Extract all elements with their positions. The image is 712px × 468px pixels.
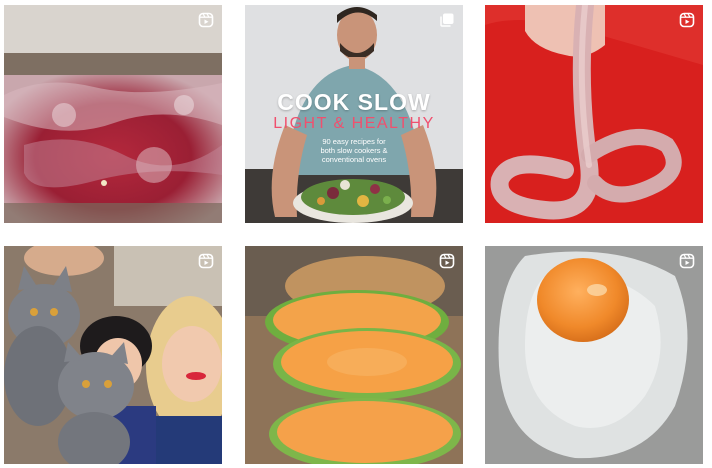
post-tile-book-cover[interactable]: COOK SLOW LIGHT & HEALTHY 90 easy recipe…	[245, 5, 463, 223]
book-title: COOK SLOW	[277, 89, 431, 115]
reel-icon	[198, 253, 214, 269]
carousel-icon	[439, 12, 455, 28]
post-image-melon	[245, 246, 463, 464]
post-tile-egg[interactable]	[485, 246, 703, 464]
post-image-family-cats	[4, 246, 222, 464]
post-image-egg	[485, 246, 703, 464]
book-tagline-line-1: 90 easy recipes for	[322, 137, 386, 146]
post-tile-sausage[interactable]	[485, 5, 703, 223]
book-tagline-line-3: conventional ovens	[321, 155, 387, 164]
book-tagline-line-2: both slow cookers &	[320, 146, 388, 155]
post-grid: COOK SLOW LIGHT & HEALTHY 90 easy recipe…	[0, 0, 712, 468]
reel-icon	[439, 253, 455, 269]
reel-icon	[679, 12, 695, 28]
book-subtitle: LIGHT & HEALTHY	[273, 115, 435, 132]
post-tile-melon[interactable]	[245, 246, 463, 464]
post-tile-frozen-ice[interactable]	[4, 5, 222, 223]
post-image-sausage	[485, 5, 703, 223]
reel-icon	[679, 253, 695, 269]
post-tile-family-cats[interactable]	[4, 246, 222, 464]
reel-icon	[198, 12, 214, 28]
post-image-frozen-ice	[4, 5, 222, 223]
